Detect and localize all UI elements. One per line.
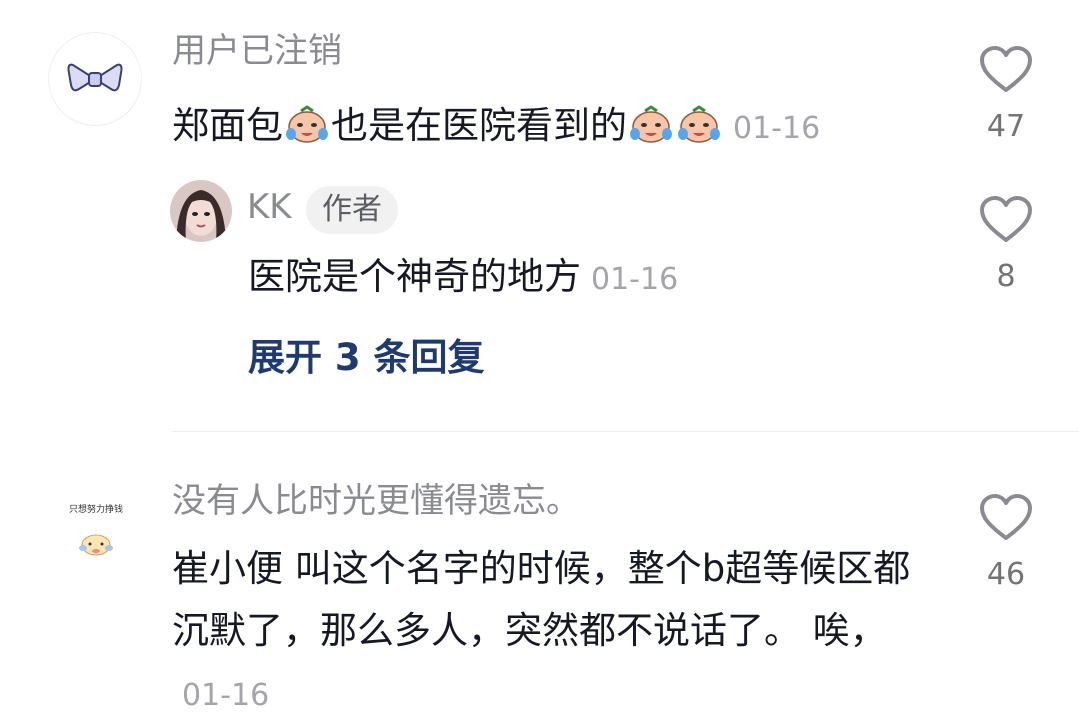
avatar[interactable] [170, 180, 232, 242]
comment-time: 01-16 [182, 678, 270, 713]
like-count: 8 [996, 259, 1016, 294]
like-count: 46 [986, 557, 1026, 592]
comment-text: 崔小便 叫这个名字的时候，整个b超等候区都沉默了，那么多人，突然都不说话了。 唉… [172, 538, 912, 727]
heart-outline-icon [980, 494, 1032, 540]
reply-time: 01-16 [591, 262, 679, 297]
bow-icon [67, 63, 123, 92]
like-count: 47 [986, 109, 1026, 144]
heart-outline-icon [980, 46, 1032, 92]
like-button[interactable] [978, 194, 1034, 248]
crying-face-emoji [628, 104, 674, 144]
comment-text-after: 也是在医院看到的 [331, 104, 627, 147]
avatar[interactable]: 只想努力挣钱 [50, 482, 142, 574]
comment-time: 01-16 [733, 111, 821, 146]
reply-text-content: 医院是个神奇的地方 [248, 255, 581, 298]
comment-username[interactable]: 用户已注销 [172, 34, 342, 68]
reply-username[interactable]: KK [247, 190, 292, 224]
crying-face-emoji [284, 104, 330, 144]
crying-face-emoji [676, 104, 722, 144]
author-badge: 作者 [306, 186, 398, 234]
avatar[interactable] [48, 32, 142, 126]
expand-replies-link[interactable]: 展开 3 条回复 [248, 339, 485, 376]
heart-outline-icon [980, 196, 1032, 242]
reply-text: 医院是个神奇的地方 01-16 [248, 258, 678, 295]
comment-text: 郑面包 也是在医院看到的 01-16 [172, 104, 820, 144]
comment-text-before: 郑面包 [172, 104, 283, 147]
like-button[interactable] [978, 492, 1034, 546]
comment-text-content: 崔小便 叫这个名字的时候，整个b超等候区都沉默了，那么多人，突然都不说话了。 唉… [172, 547, 911, 652]
like-button[interactable] [978, 44, 1034, 98]
comment-username[interactable]: 没有人比时光更懂得遗忘。 [172, 484, 580, 518]
divider [172, 431, 1079, 432]
